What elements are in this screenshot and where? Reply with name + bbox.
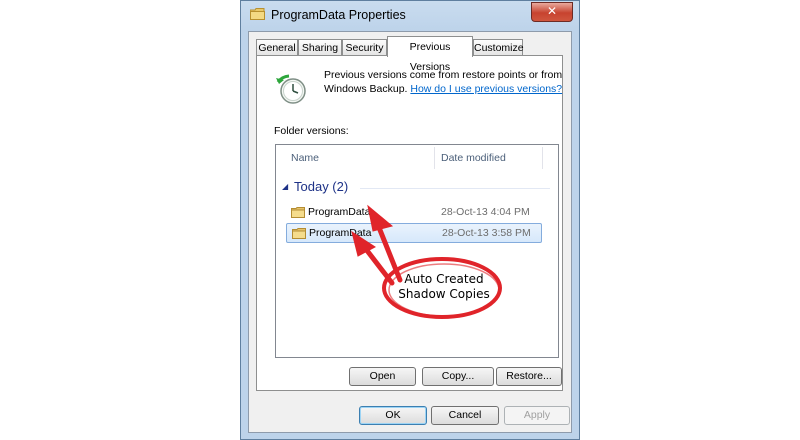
tab-security[interactable]: Security [342,39,387,56]
apply-button[interactable]: Apply [504,406,570,425]
column-header-name[interactable]: Name [291,152,319,164]
column-divider[interactable] [434,147,435,169]
column-header-date[interactable]: Date modified [441,152,506,164]
folder-icon [291,207,305,218]
item-name: ProgramData [308,206,371,218]
copy-button[interactable]: Copy... [422,367,494,386]
properties-window: ProgramData Properties ✕ General Sharing… [240,0,580,440]
item-name: ProgramData [309,227,372,239]
title-bar[interactable]: ProgramData Properties ✕ [241,1,579,31]
tab-sharing[interactable]: Sharing [298,39,342,56]
group-label: Today (2) [294,179,349,194]
ok-button[interactable]: OK [359,406,427,425]
tab-previous-versions[interactable]: Previous Versions [387,36,473,73]
item-date: 28-Oct-13 3:58 PM [442,227,531,239]
window-title: ProgramData Properties [271,8,406,22]
callout-line: Auto Created [404,272,484,286]
list-item-selected[interactable]: ProgramData 28-Oct-13 3:58 PM [286,223,542,243]
column-divider[interactable] [542,147,543,169]
restore-button[interactable]: Restore... [496,367,562,386]
list-item[interactable]: ProgramData 28-Oct-13 4:04 PM [286,203,542,223]
tab-general[interactable]: General [256,39,298,56]
close-icon: ✕ [546,4,558,18]
versions-list[interactable]: Name Date modified ◢ Today (2) ProgramDa… [275,144,559,358]
annotation-callout: Auto Created Shadow Copies [390,272,498,302]
folder-icon [292,228,306,239]
cancel-button[interactable]: Cancel [431,406,499,425]
dialog-client-area: General Sharing Security Previous Versio… [248,31,572,433]
folder-icon [250,8,265,20]
callout-line: Shadow Copies [398,287,490,301]
folder-versions-label: Folder versions: [274,125,349,137]
group-header-today[interactable]: ◢ Today (2) [282,178,552,198]
tab-customize[interactable]: Customize [473,39,524,56]
restore-clock-icon [276,74,306,104]
previous-versions-panel: Previous versions come from restore poin… [256,55,563,391]
group-divider [360,188,550,189]
close-button[interactable]: ✕ [531,2,573,22]
item-date: 28-Oct-13 4:04 PM [441,206,530,218]
help-link[interactable]: How do I use previous versions? [410,83,562,95]
collapse-triangle-icon[interactable]: ◢ [282,182,288,191]
open-button[interactable]: Open [349,367,416,386]
